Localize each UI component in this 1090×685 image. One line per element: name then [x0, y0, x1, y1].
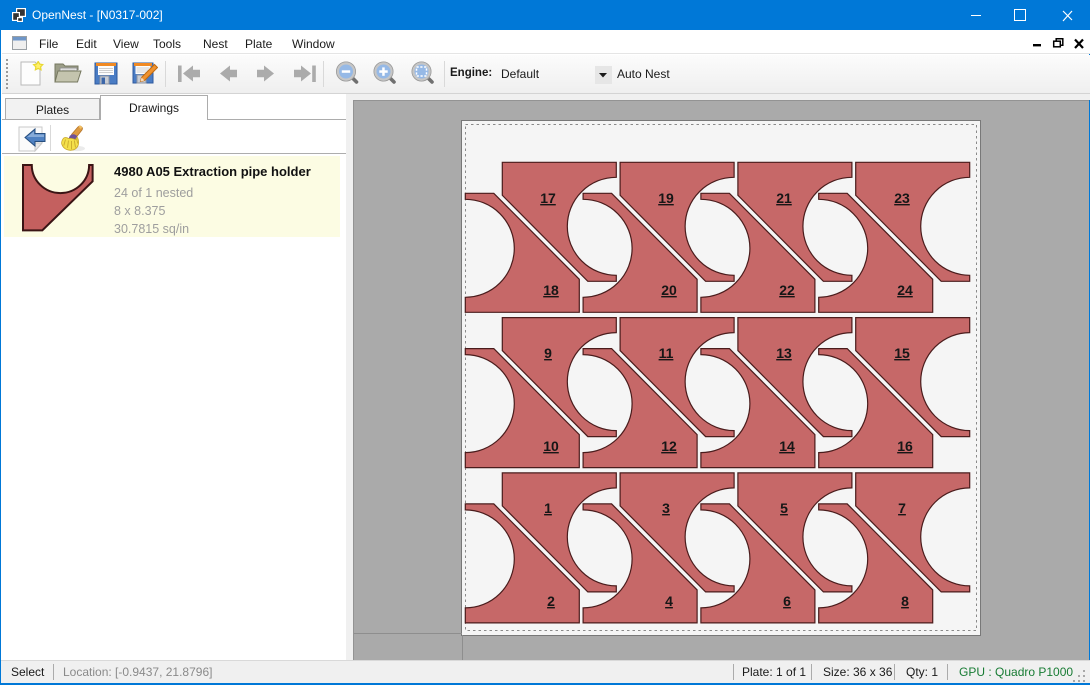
svg-text:2: 2	[547, 593, 555, 609]
svg-text:4: 4	[665, 593, 673, 609]
svg-text:13: 13	[776, 345, 792, 361]
svg-text:24: 24	[897, 282, 913, 298]
svg-text:15: 15	[894, 345, 910, 361]
svg-text:22: 22	[779, 282, 795, 298]
svg-text:19: 19	[658, 190, 674, 206]
svg-text:20: 20	[661, 282, 677, 298]
svg-text:23: 23	[894, 190, 910, 206]
svg-text:17: 17	[540, 190, 556, 206]
svg-text:8: 8	[901, 593, 909, 609]
svg-text:12: 12	[661, 438, 677, 454]
svg-text:6: 6	[783, 593, 791, 609]
svg-text:10: 10	[543, 438, 559, 454]
svg-text:16: 16	[897, 438, 913, 454]
svg-text:11: 11	[659, 345, 674, 361]
svg-text:21: 21	[776, 190, 792, 206]
svg-text:14: 14	[779, 438, 795, 454]
svg-text:3: 3	[662, 500, 670, 516]
svg-text:1: 1	[544, 500, 552, 516]
svg-text:9: 9	[544, 345, 552, 361]
svg-text:7: 7	[898, 500, 906, 516]
svg-text:5: 5	[780, 500, 788, 516]
svg-text:18: 18	[543, 282, 559, 298]
